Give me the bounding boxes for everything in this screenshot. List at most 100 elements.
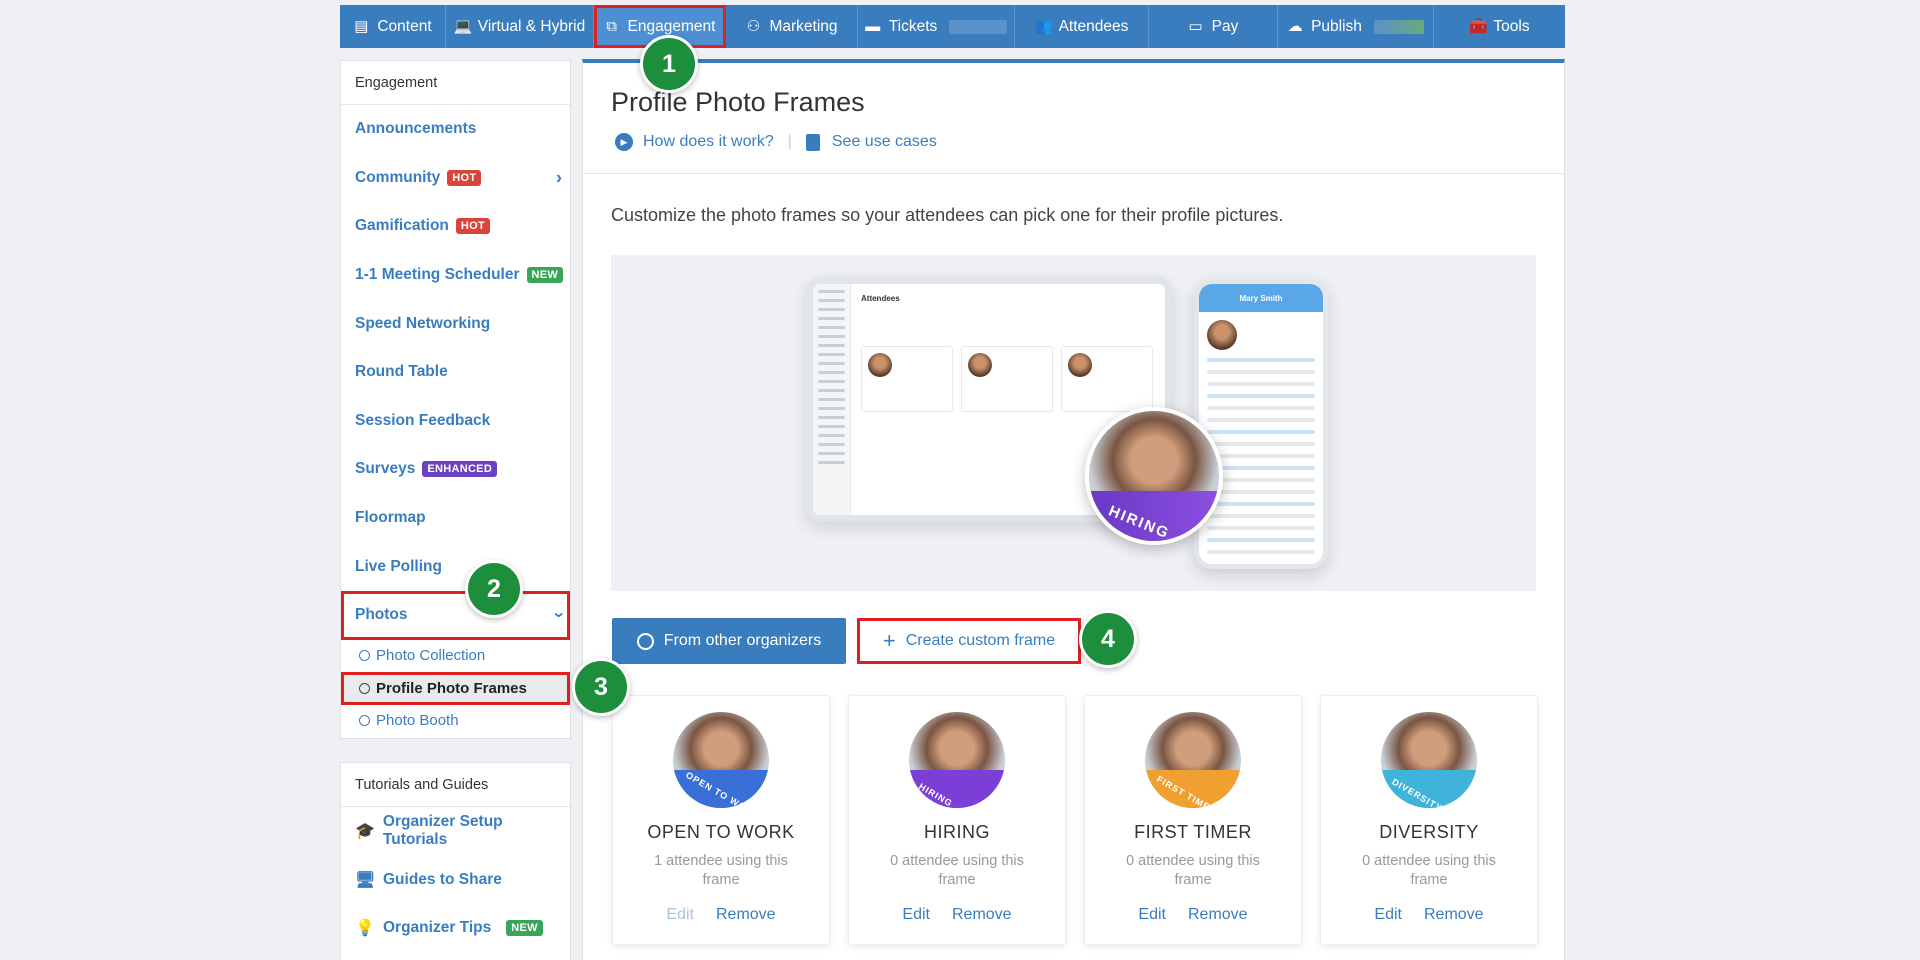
play-icon: ▶ [615,133,633,151]
avatar [868,353,892,377]
step-marker-1: 1 [640,35,698,93]
circles-icon: ⚇ [746,18,761,35]
remove-link[interactable]: Remove [952,906,1012,924]
sidebar-item-live-polling[interactable]: Live Polling [341,542,570,591]
tab-marketing[interactable]: ⚇ Marketing [726,5,858,48]
lightbulb-icon: 💡 [355,920,375,938]
circle-icon [359,650,370,662]
divider: | [787,133,792,150]
hot-badge: HOT [455,218,491,235]
tab-publish[interactable]: ☁ Publish [1278,5,1434,48]
cloud-upload-icon: ☁ [1287,18,1303,35]
step-marker-4: 4 [1079,610,1137,668]
toolbox-icon: 🧰 [1469,18,1489,35]
circle-icon [359,715,370,727]
laptop-icon: 💻 [453,18,473,35]
graduation-cap-icon: 🎓 [355,823,375,841]
remove-link[interactable]: Remove [716,906,776,924]
sidebar-subitem-profile-photo-frames[interactable]: Profile Photo Frames [341,672,570,705]
create-custom-frame-button[interactable]: + Create custom frame [857,618,1081,664]
frame-card: DIVERSITY DIVERSITY 0 attendee using thi… [1320,695,1538,945]
frame-card: OPEN TO WORK OPEN TO WORK 1 attendee usi… [612,695,830,945]
tutorial-setup[interactable]: 🎓 Organizer Setup Tutorials [341,807,570,856]
page-description: Customize the photo frames so your atten… [611,205,1284,225]
avatar [1207,320,1237,350]
ticket-icon: ▬ [865,18,881,35]
tab-content[interactable]: ▤ Content [340,5,446,48]
book-icon [805,133,820,151]
tutorial-organizer-tips[interactable]: 💡 Organizer Tips NEW [341,904,570,953]
redacted-block [1373,19,1424,34]
frame-avatar: OPEN TO WORK [673,712,769,808]
chevron-right-icon: › [556,167,562,188]
tab-pay[interactable]: ▭ Pay [1149,5,1278,48]
card-icon: ▭ [1188,18,1203,35]
redacted-block [949,19,1008,34]
new-badge: NEW [506,920,543,937]
sidebar-heading: Engagement [341,61,570,105]
hiring-frame-avatar: HIRING [1085,407,1223,545]
page-title: Profile Photo Frames [611,87,865,117]
sidebar-item-surveys[interactable]: Surveys ENHANCED [341,445,570,494]
chevron-down-icon: › [549,612,570,619]
frame-usage: 0 attendee using this frame [1126,853,1260,888]
frame-usage: 1 attendee using this frame [654,853,788,888]
edit-link[interactable]: Edit [902,906,930,924]
top-nav: ▤ Content 💻 Virtual & Hybrid ⧉ Engagement ⚇… [340,5,1565,48]
divider [583,173,1564,174]
avatar [968,353,992,377]
list-icon: ▤ [354,18,369,35]
tab-attendees[interactable]: 👥 Attendees [1015,5,1149,48]
mock-card [861,346,953,412]
remove-link[interactable]: Remove [1424,906,1484,924]
edit-link[interactable]: Edit [1138,906,1166,924]
sidebar-tutorials: Tutorials and Guides 🎓 Organizer Setup Tu… [340,762,571,960]
frame-card: HIRING HIRING 0 attendee using this fram… [848,695,1066,945]
edit-link[interactable]: Edit [666,906,694,924]
how-it-works-link[interactable]: How does it work? [643,133,774,151]
from-other-organizers-button[interactable]: From other organizers [612,618,846,664]
plus-icon: + [882,628,896,653]
network-icon: ⧉ [606,18,617,35]
frame-avatar: FIRST TIMER [1145,712,1241,808]
sidebar-item-community[interactable]: Community HOT › [341,154,570,203]
frame-usage: 0 attendee using this frame [1362,853,1496,888]
tutorial-guides-share[interactable]: 🖥 Guides to Share [341,856,570,905]
sidebar-item-round-table[interactable]: Round Table [341,348,570,397]
avatar [1068,353,1092,377]
hot-badge: HOT [447,169,482,186]
sidebar-engagement: Engagement Announcements Community HOT › G… [340,60,571,739]
tab-tickets[interactable]: ▬ Tickets [858,5,1015,48]
help-links: ▶ How does it work? | See use cases [615,133,937,151]
frame-avatar: DIVERSITY [1381,712,1477,808]
sidebar-item-gamification[interactable]: Gamification HOT [341,202,570,251]
mock-card [1061,346,1153,412]
mock-profile-name: Mary Smith [1199,284,1323,312]
new-badge: NEW [526,267,564,284]
users-icon: 👥 [1034,18,1054,35]
sidebar-item-session-feedback[interactable]: Session Feedback [341,397,570,446]
frame-name: HIRING [924,822,990,842]
tutorials-heading: Tutorials and Guides [341,763,570,807]
circle-icon [359,682,370,694]
sidebar-item-announcements[interactable]: Announcements [341,105,570,154]
sidebar-subitem-photo-booth[interactable]: Photo Booth [341,705,570,738]
use-cases-link[interactable]: See use cases [832,133,937,151]
sidebar-item-meeting-scheduler[interactable]: 1-1 Meeting Scheduler NEW [341,251,570,300]
sidebar-item-photos[interactable]: Photos › [341,590,570,640]
share-screen-icon: 🖥 [355,871,376,889]
main-panel: Profile Photo Frames ▶ How does it work?… [582,59,1565,960]
sidebar-item-floormap[interactable]: Floormap [341,494,570,543]
hero-illustration: Attendees Mary Smith HIRING [611,255,1536,591]
remove-link[interactable]: Remove [1188,906,1248,924]
tab-virtual-hybrid[interactable]: 💻 Virtual & Hybrid [446,5,594,48]
frame-name: OPEN TO WORK [647,822,795,842]
frame-cards: OPEN TO WORK OPEN TO WORK 1 attendee usi… [612,695,1538,945]
sidebar-subitem-photo-collection[interactable]: Photo Collection [341,640,570,673]
mock-sidebar [813,284,851,515]
step-marker-3: 3 [572,658,630,716]
tab-tools[interactable]: 🧰 Tools [1434,5,1565,48]
sidebar-item-speed-networking[interactable]: Speed Networking [341,299,570,348]
edit-link[interactable]: Edit [1374,906,1402,924]
frame-card: FIRST TIMER FIRST TIMER 0 attendee using… [1084,695,1302,945]
